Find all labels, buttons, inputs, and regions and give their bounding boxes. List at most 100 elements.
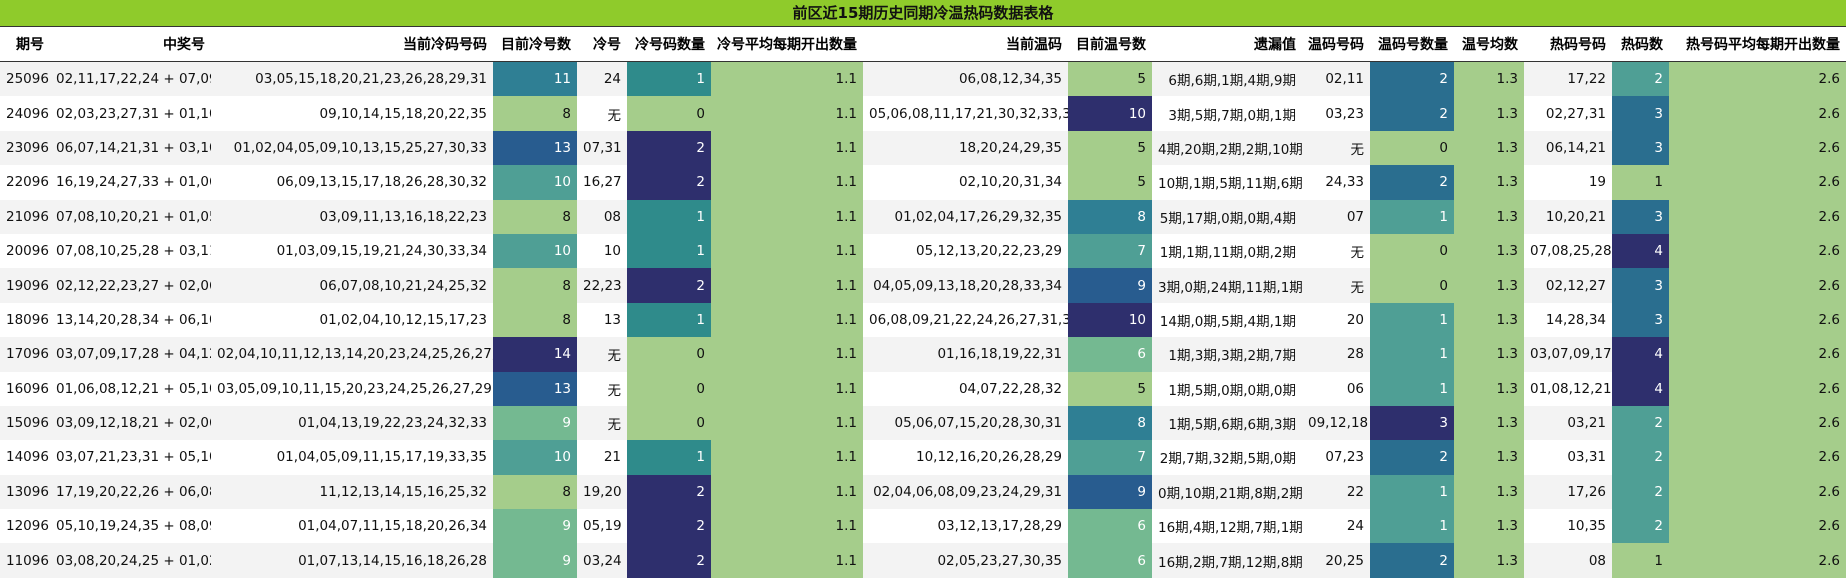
winning-numbers-cell: 16,19,24,27,33 + 01,06 <box>50 165 211 200</box>
period-cell: 16096 <box>0 371 50 406</box>
warm-hit-count-cell: 0 <box>1370 130 1454 166</box>
cold-avg-cell: 1.1 <box>711 165 863 200</box>
cold-hit-cell: 无 <box>577 337 627 372</box>
col-header-warm-count: 目前温号数 <box>1068 27 1152 62</box>
cold-avg-cell: 1.1 <box>711 233 863 269</box>
warm-hit-cell: 20 <box>1302 302 1370 338</box>
cold-numbers-cell: 06,07,08,10,21,24,25,32 <box>211 268 493 303</box>
warm-avg-cell: 1.3 <box>1454 371 1524 406</box>
cold-avg-cell: 1.1 <box>711 440 863 475</box>
hot-hit-cell: 17,22 <box>1524 61 1612 97</box>
col-header-cold-count: 目前冷号数 <box>493 27 577 62</box>
hot-hit-cell: 14,28,34 <box>1524 302 1612 338</box>
hot-avg-cell: 2.6 <box>1669 337 1846 372</box>
period-cell: 22096 <box>0 165 50 200</box>
hot-count-cell: 4 <box>1612 233 1669 269</box>
warm-count-cell: 10 <box>1068 302 1152 338</box>
warm-hit-count-cell: 2 <box>1370 440 1454 475</box>
cold-hit-cell: 10 <box>577 233 627 269</box>
cold-avg-cell: 1.1 <box>711 405 863 441</box>
hot-hit-cell: 10,20,21 <box>1524 199 1612 234</box>
cold-hit-cell: 24 <box>577 61 627 97</box>
hot-count-cell: 2 <box>1612 61 1669 97</box>
winning-numbers-cell: 07,08,10,25,28 + 03,11 <box>50 233 211 269</box>
col-header-cold-hit-count: 冷号码数量 <box>627 27 711 62</box>
warm-hit-cell: 28 <box>1302 337 1370 372</box>
hot-avg-cell: 2.6 <box>1669 268 1846 303</box>
warm-avg-cell: 1.3 <box>1454 130 1524 166</box>
cold-numbers-cell: 03,05,15,18,20,21,23,26,28,29,31 <box>211 61 493 97</box>
cold-numbers-cell: 11,12,13,14,15,16,25,32 <box>211 474 493 510</box>
period-cell: 21096 <box>0 199 50 234</box>
cold-avg-cell: 1.1 <box>711 509 863 544</box>
warm-hit-count-cell: 1 <box>1370 474 1454 510</box>
cold-count-cell: 8 <box>493 302 577 338</box>
warm-count-cell: 6 <box>1068 337 1152 372</box>
hot-count-cell: 3 <box>1612 96 1669 131</box>
warm-hit-count-cell: 1 <box>1370 302 1454 338</box>
hot-hit-cell: 10,35 <box>1524 509 1612 544</box>
hot-count-cell: 3 <box>1612 268 1669 303</box>
table-body: 25096 02,11,17,22,24 + 07,09 03,05,15,18,2… <box>0 61 1846 578</box>
warm-avg-cell: 1.3 <box>1454 405 1524 441</box>
cold-hit-cell: 22,23 <box>577 268 627 303</box>
cold-hit-count-cell: 0 <box>627 96 711 131</box>
col-header-warm-avg: 温号均数 <box>1454 27 1524 62</box>
warm-numbers-cell: 02,10,20,31,34 <box>863 165 1068 200</box>
period-cell: 25096 <box>0 61 50 97</box>
warm-avg-cell: 1.3 <box>1454 61 1524 97</box>
col-header-hot-avg: 热号码平均每期开出数量 <box>1669 27 1846 62</box>
period-cell: 14096 <box>0 440 50 475</box>
cold-count-cell: 8 <box>493 199 577 234</box>
hot-count-cell: 4 <box>1612 337 1669 372</box>
warm-hit-cell: 09,12,18 <box>1302 405 1370 441</box>
warm-count-cell: 5 <box>1068 371 1152 406</box>
winning-numbers-cell: 02,03,23,27,31 + 01,10 <box>50 96 211 131</box>
omission-cell: 1期,5期,6期,6期,3期 <box>1152 405 1302 441</box>
hot-count-cell: 3 <box>1612 130 1669 166</box>
table-row: 17096 03,07,09,17,28 + 04,12 02,04,10,11,1… <box>0 337 1846 372</box>
cold-hit-count-cell: 2 <box>627 130 711 166</box>
winning-numbers-cell: 02,12,22,23,27 + 02,06 <box>50 268 211 303</box>
cold-hit-count-cell: 0 <box>627 337 711 372</box>
hot-count-cell: 2 <box>1612 474 1669 510</box>
warm-hit-count-cell: 1 <box>1370 509 1454 544</box>
warm-avg-cell: 1.3 <box>1454 337 1524 372</box>
hot-hit-cell: 06,14,21 <box>1524 130 1612 166</box>
col-header-omission: 遗漏值 <box>1152 27 1302 62</box>
cold-hit-cell: 07,31 <box>577 130 627 166</box>
warm-count-cell: 9 <box>1068 268 1152 303</box>
cold-hit-count-cell: 2 <box>627 509 711 544</box>
hot-avg-cell: 2.6 <box>1669 199 1846 234</box>
cold-numbers-cell: 01,02,04,05,09,10,13,15,25,27,30,33 <box>211 130 493 166</box>
cold-avg-cell: 1.1 <box>711 96 863 131</box>
cold-hit-count-cell: 1 <box>627 302 711 338</box>
lottery-table-page: 前区近15期历史同期冷温热码数据表格 期号 中奖号 当前冷码号码 目前冷号数 冷… <box>0 0 1846 578</box>
warm-avg-cell: 1.3 <box>1454 302 1524 338</box>
warm-avg-cell: 1.3 <box>1454 440 1524 475</box>
warm-numbers-cell: 05,06,08,11,17,21,30,32,33,34 <box>863 96 1068 131</box>
cold-avg-cell: 1.1 <box>711 337 863 372</box>
period-cell: 12096 <box>0 509 50 544</box>
warm-numbers-cell: 02,04,06,08,09,23,24,29,31 <box>863 474 1068 510</box>
col-header-warm-nums: 当前温码 <box>863 27 1068 62</box>
warm-hit-count-cell: 3 <box>1370 405 1454 441</box>
table-row: 16096 01,06,08,12,21 + 05,10 03,05,09,10,1… <box>0 371 1846 406</box>
hot-avg-cell: 2.6 <box>1669 405 1846 441</box>
cold-hit-count-cell: 2 <box>627 474 711 510</box>
period-cell: 18096 <box>0 302 50 338</box>
warm-count-cell: 5 <box>1068 130 1152 166</box>
table-row: 21096 07,08,10,20,21 + 01,05 03,09,11,13,1… <box>0 199 1846 234</box>
omission-cell: 16期,4期,12期,7期,1期 <box>1152 509 1302 544</box>
cold-count-cell: 9 <box>493 509 577 544</box>
warm-hit-cell: 07 <box>1302 199 1370 234</box>
cold-avg-cell: 1.1 <box>711 199 863 234</box>
warm-avg-cell: 1.3 <box>1454 268 1524 303</box>
warm-hit-cell: 无 <box>1302 268 1370 303</box>
table-row: 18096 13,14,20,28,34 + 06,10 01,02,04,10,1… <box>0 302 1846 338</box>
hot-avg-cell: 2.6 <box>1669 233 1846 269</box>
col-header-cold-hit: 冷号 <box>577 27 627 62</box>
cold-hit-cell: 19,20 <box>577 474 627 510</box>
warm-avg-cell: 1.3 <box>1454 233 1524 269</box>
warm-avg-cell: 1.3 <box>1454 165 1524 200</box>
